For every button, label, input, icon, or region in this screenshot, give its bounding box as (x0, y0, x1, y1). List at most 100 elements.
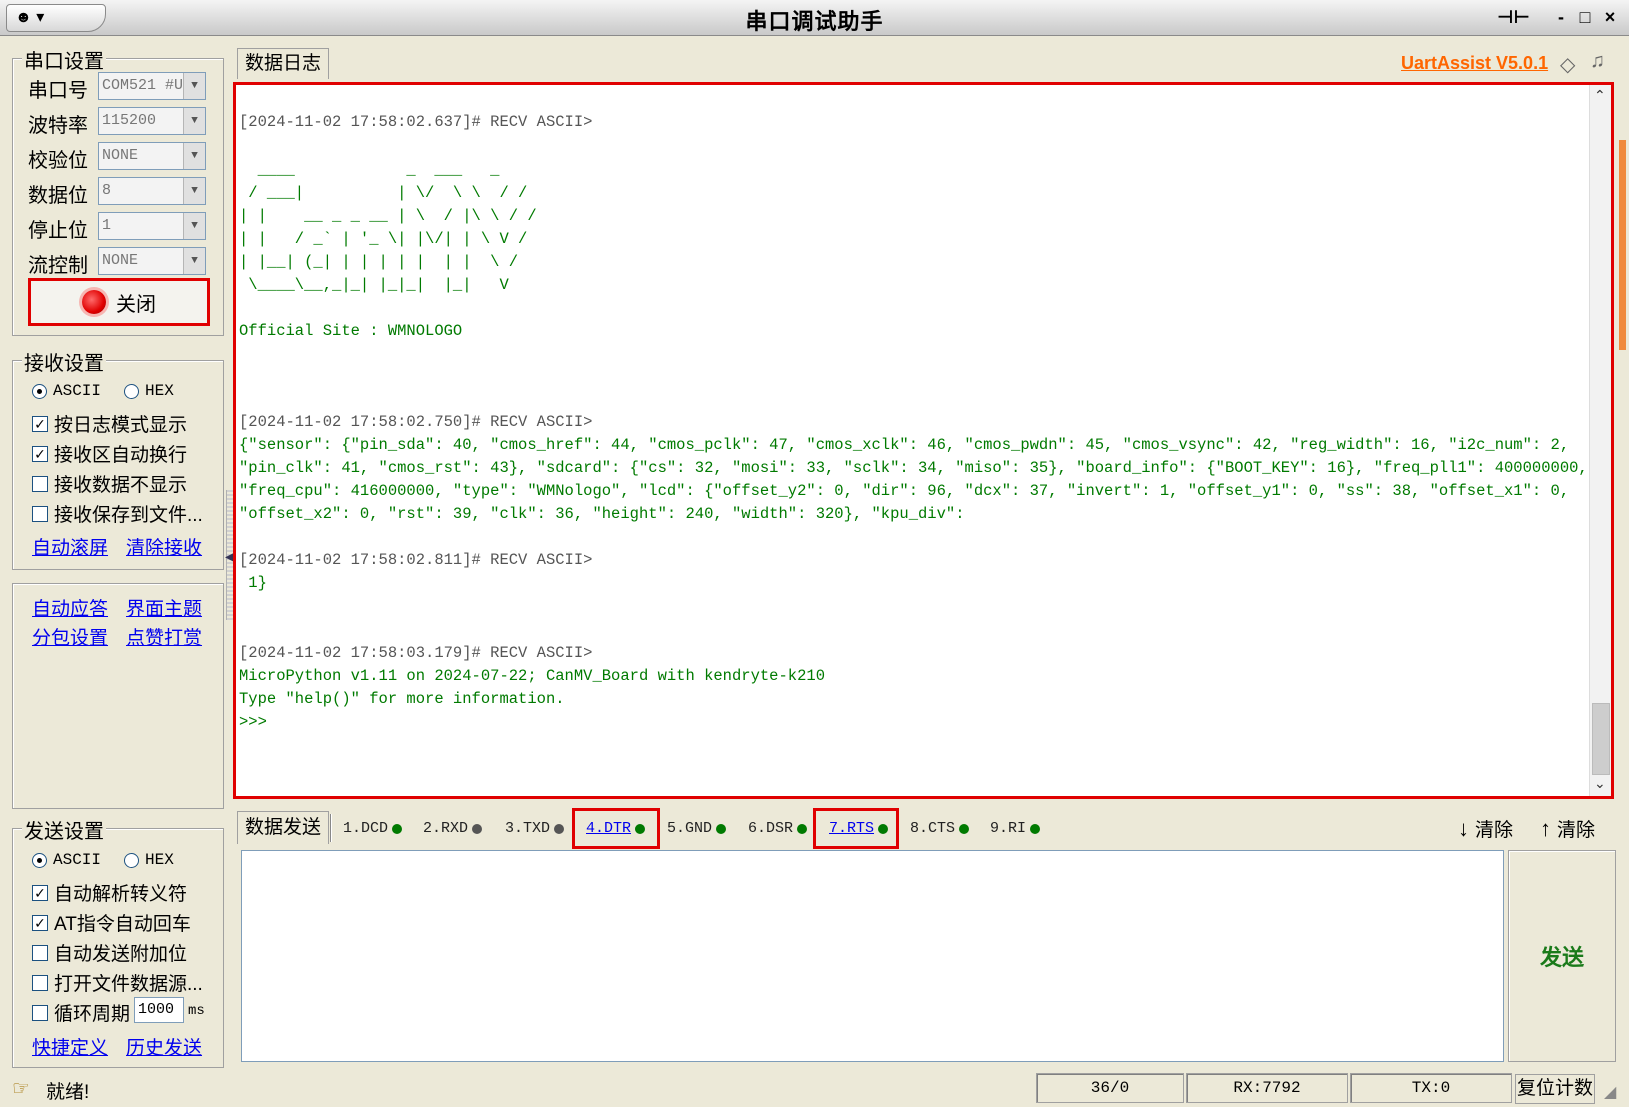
log-header-line: [2024-11-02 17:58:03.179]# RECV ASCII> (239, 644, 593, 662)
log-header-line: [2024-11-02 17:58:02.811]# RECV ASCII> (239, 551, 593, 569)
log-data-line: Type "help()" for more information. (239, 690, 565, 708)
dtr-highlight-box (572, 808, 660, 849)
resize-grip-icon[interactable]: ◢ (1604, 1082, 1616, 1102)
pin-indicator: 3.TXD (505, 815, 565, 843)
at-auto-cr-label: AT指令自动回车 (54, 914, 191, 935)
checkbox-empty-icon (32, 944, 48, 961)
log-data-line: 1} (239, 574, 267, 592)
port-select[interactable]: COM521 #U ▼ (98, 72, 206, 100)
log-data-line: {"sensor": {"pin_sda": 40, "cmos_href": … (239, 436, 1570, 454)
send-settings-title: 发送设置 (22, 815, 106, 844)
radio-icon (124, 852, 139, 868)
send-input[interactable] (241, 850, 1504, 1062)
recv-hex-label: HEX (145, 382, 174, 400)
baud-select[interactable]: 115200 ▼ (98, 107, 206, 135)
log-scrollbar[interactable]: ⌃ ⌄ (1589, 85, 1611, 796)
separator (330, 814, 332, 842)
open-file-source-label: 打开文件数据源... (54, 974, 203, 995)
pin-indicator: 9.RI (990, 815, 1041, 843)
shortcuts-link[interactable]: 快捷定义 (32, 1033, 108, 1060)
stopbits-select[interactable]: 1 ▼ (98, 212, 206, 240)
log-header-line: [2024-11-02 17:58:02.750]# RECV ASCII> (239, 413, 593, 431)
send-ascii-radio[interactable]: ASCII (32, 851, 101, 869)
chevron-down-icon: ▼ (183, 213, 205, 239)
log-data-line: | | / _` | '_ \| |\/| | \ V / (239, 230, 528, 248)
checkmark-icon: ✓ (32, 884, 48, 901)
status-rx: RX:7792 (1186, 1073, 1348, 1103)
scroll-up-icon[interactable]: ⌃ (1594, 87, 1606, 104)
packet-settings-link[interactable]: 分包设置 (32, 623, 108, 650)
send-button[interactable]: 发送 (1508, 850, 1616, 1062)
baud-value: 115200 (102, 112, 157, 129)
ready-icon: ☞ (12, 1078, 30, 1100)
theme-link[interactable]: 界面主题 (126, 594, 202, 621)
diamond-icon[interactable]: ◇ (1560, 52, 1575, 77)
pin-indicator: 5.GND (667, 815, 727, 843)
radio-icon (32, 852, 47, 868)
bell-icon[interactable]: ♫ (1590, 50, 1605, 73)
hide-data-checkbox[interactable]: 接收数据不显示 (32, 470, 187, 497)
log-data-line: "pin_clk": 41, "cmos_rst": 43}, "sdcard"… (239, 459, 1588, 477)
pin-status-dot-icon (554, 824, 565, 834)
clear-send-label: 清除 (1475, 820, 1514, 841)
parity-value: NONE (102, 147, 139, 164)
cycle-unit: ms (188, 1003, 205, 1019)
receive-log-area[interactable]: [2024-11-02 17:58:02.637]# RECV ASCII> _… (233, 82, 1614, 799)
auto-wrap-checkbox[interactable]: ✓ 接收区自动换行 (32, 440, 187, 467)
scroll-down-icon[interactable]: ⌄ (1594, 775, 1606, 792)
at-auto-cr-checkbox[interactable]: ✓ AT指令自动回车 (32, 909, 191, 936)
auto-scroll-link[interactable]: 自动滚屏 (32, 533, 108, 560)
save-to-file-checkbox[interactable]: 接收保存到文件... (32, 500, 203, 527)
recv-ascii-radio[interactable]: ASCII (32, 382, 101, 400)
parse-escape-checkbox[interactable]: ✓ 自动解析转义符 (32, 879, 187, 906)
pin-icon[interactable]: ⊣⊢ (1497, 6, 1530, 30)
parse-escape-label: 自动解析转义符 (54, 884, 188, 905)
log-data-line: \____\__,_|_| |_|_| |_| V (239, 276, 509, 294)
pin-status-dot-icon (797, 824, 808, 834)
log-data-line: Official Site : WMNOLOGO (239, 322, 463, 340)
side-accent-bar (1619, 140, 1626, 350)
window-title: 串口调试助手 (745, 9, 884, 34)
cycle-checkbox[interactable]: 循环周期 (32, 999, 130, 1026)
history-link[interactable]: 历史发送 (126, 1033, 202, 1060)
stopbits-label: 停止位 (28, 220, 88, 242)
status-led-icon (82, 290, 106, 314)
donate-link[interactable]: 点赞打赏 (126, 623, 202, 650)
tab-data-send[interactable]: 数据发送 (237, 811, 329, 844)
reset-count-button[interactable]: 复位计数 (1515, 1074, 1595, 1104)
status-ready: 就绪! (46, 1082, 90, 1103)
arrow-up-icon: ↑ (1540, 815, 1551, 841)
title-bar: ☻ ▾ 串口调试助手 ⊣⊢ - □ × (0, 0, 1629, 36)
pin-indicator: 8.CTS (910, 815, 970, 843)
scroll-thumb[interactable] (1592, 703, 1610, 775)
chevron-down-icon: ▼ (183, 143, 205, 169)
log-data-line: >>> (239, 713, 267, 731)
auto-append-checkbox[interactable]: 自动发送附加位 (32, 939, 187, 966)
recv-hex-radio[interactable]: HEX (124, 382, 174, 400)
open-file-source-checkbox[interactable]: 打开文件数据源... (32, 969, 203, 996)
clear-recv-link[interactable]: 清除接收 (126, 533, 202, 560)
pin-status-dot-icon (1030, 824, 1041, 834)
tab-data-log[interactable]: 数据日志 (237, 48, 329, 79)
open-close-label: 关闭 (116, 293, 156, 316)
flow-select[interactable]: NONE ▼ (98, 247, 206, 275)
auto-reply-link[interactable]: 自动应答 (32, 594, 108, 621)
receive-settings-title: 接收设置 (22, 347, 106, 376)
clear-send-button[interactable]: ↓ 清除 (1458, 815, 1513, 842)
log-mode-checkbox[interactable]: ✓ 按日志模式显示 (32, 410, 187, 437)
parity-select[interactable]: NONE ▼ (98, 142, 206, 170)
minimize-button[interactable]: - (1550, 6, 1572, 30)
maximize-button[interactable]: □ (1574, 6, 1596, 30)
checkbox-empty-icon (32, 1004, 48, 1021)
flow-label: 流控制 (28, 255, 88, 277)
send-hex-radio[interactable]: HEX (124, 851, 174, 869)
log-data-line: "offset_x2": 0, "rst": 39, "clk": 36, "h… (239, 505, 965, 523)
databits-select[interactable]: 8 ▼ (98, 177, 206, 205)
cycle-period-input[interactable]: 1000 (134, 997, 184, 1023)
clear-all-button[interactable]: ↑ 清除 (1540, 815, 1595, 842)
radio-icon (32, 383, 47, 399)
version-link[interactable]: UartAssist V5.0.1 (1401, 53, 1548, 74)
pin-status-dot-icon (959, 824, 970, 834)
open-close-button[interactable]: 关闭 (28, 278, 210, 326)
close-button[interactable]: × (1598, 6, 1622, 30)
